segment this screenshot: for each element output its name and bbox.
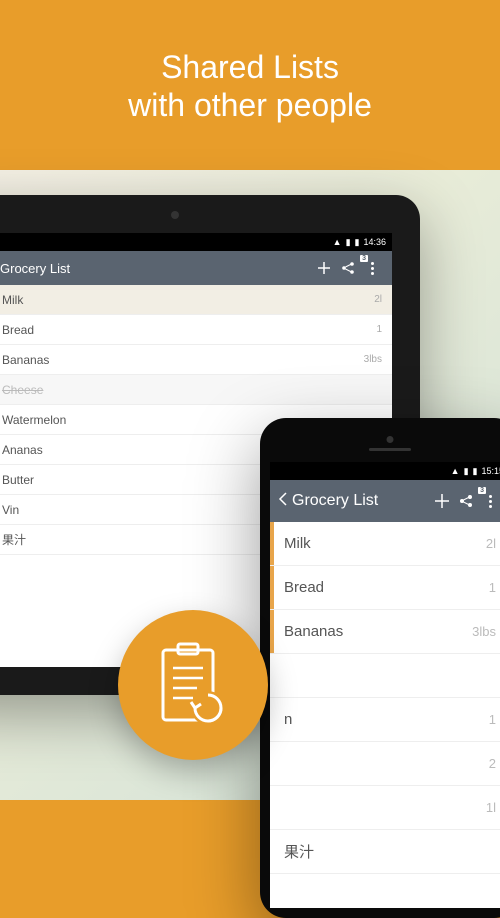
item-qty: 2l [374, 294, 382, 305]
status-time: 15:15 [481, 466, 500, 476]
share-count-badge: 3 [478, 487, 486, 494]
plus-icon [317, 261, 331, 275]
list-title: Grocery List [0, 261, 312, 276]
item-qty: 1 [489, 712, 496, 727]
list-item[interactable]: Bread1 [270, 566, 500, 610]
item-name: 果汁 [284, 841, 496, 862]
item-name: Bananas [2, 353, 364, 367]
menu-button[interactable] [360, 262, 384, 275]
wifi-icon: ▲ [451, 466, 460, 476]
add-button[interactable] [430, 493, 454, 509]
category-stripe [270, 698, 274, 741]
status-time: 14:36 [363, 237, 386, 247]
item-name: Cheese [2, 383, 382, 397]
item-qty: 1 [376, 324, 382, 335]
list-item[interactable]: n1 [270, 698, 500, 742]
add-button[interactable] [312, 261, 336, 275]
phone-status-bar: ▲ ▮ ▮ 15:15 [270, 462, 500, 480]
category-stripe [270, 610, 274, 653]
list-item[interactable]: Milk2l [270, 522, 500, 566]
category-stripe [270, 830, 274, 873]
plus-icon [434, 493, 450, 509]
wifi-icon: ▲ [333, 237, 342, 247]
list-item[interactable]: 果汁 [270, 830, 500, 874]
item-qty: 2l [486, 536, 496, 551]
signal-icon: ▮ [346, 237, 351, 248]
item-qty: 3lbs [364, 354, 382, 365]
category-stripe [270, 654, 274, 697]
promo-heading: Shared Lists with other people [0, 48, 500, 125]
item-qty: 3lbs [472, 624, 496, 639]
list-item[interactable]: Cheese [0, 375, 392, 405]
phone-screen: ▲ ▮ ▮ 15:15 Grocery List 3 Milk2lBread1B… [270, 462, 500, 908]
share-icon [458, 493, 474, 509]
list-item[interactable]: Bread1 [0, 315, 392, 345]
share-button[interactable]: 3 [336, 261, 360, 275]
phone-camera [387, 436, 394, 443]
category-stripe [270, 566, 274, 609]
share-icon [341, 261, 355, 275]
item-name: Bread [2, 323, 376, 337]
tablet-camera [171, 211, 179, 219]
back-button[interactable] [278, 492, 288, 511]
battery-icon: ▮ [355, 237, 360, 248]
category-stripe [270, 742, 274, 785]
tablet-status-bar: ▲ ▮ ▮ 14:36 [0, 233, 392, 251]
list-item[interactable]: Milk2l [0, 285, 392, 315]
share-button[interactable]: 3 [454, 493, 478, 509]
list-item[interactable] [270, 654, 500, 698]
item-qty: 2 [489, 756, 496, 771]
chevron-left-icon [278, 492, 288, 506]
item-name: Bread [284, 579, 489, 596]
promo-line1: Shared Lists [0, 48, 500, 86]
category-stripe [270, 522, 274, 565]
phone-header: Grocery List 3 [270, 480, 500, 522]
list-title: Grocery List [292, 492, 430, 510]
item-name: Bananas [284, 623, 472, 640]
promo-line2: with other people [0, 86, 500, 124]
menu-button[interactable] [478, 495, 500, 508]
item-name: n [284, 711, 489, 728]
list-item[interactable]: Bananas3lbs [0, 345, 392, 375]
item-name: Milk [2, 293, 374, 307]
sync-clipboard-badge [118, 610, 268, 760]
main-header: Grocery List 3 [0, 251, 392, 285]
overflow-icon [371, 262, 374, 275]
overflow-icon [489, 495, 492, 508]
signal-icon: ▮ [464, 466, 469, 477]
item-qty: 1l [486, 800, 496, 815]
item-name: Milk [284, 535, 486, 552]
phone-speaker [369, 448, 411, 451]
category-stripe [270, 786, 274, 829]
clipboard-sync-icon [153, 640, 233, 730]
list-item[interactable]: 2 [270, 742, 500, 786]
item-qty: 1 [489, 580, 496, 595]
battery-icon: ▮ [473, 466, 478, 477]
list-item[interactable]: 1l [270, 786, 500, 830]
phone-device: ▲ ▮ ▮ 15:15 Grocery List 3 Milk2lBread1B… [260, 418, 500, 918]
list-item[interactable]: Bananas3lbs [270, 610, 500, 654]
